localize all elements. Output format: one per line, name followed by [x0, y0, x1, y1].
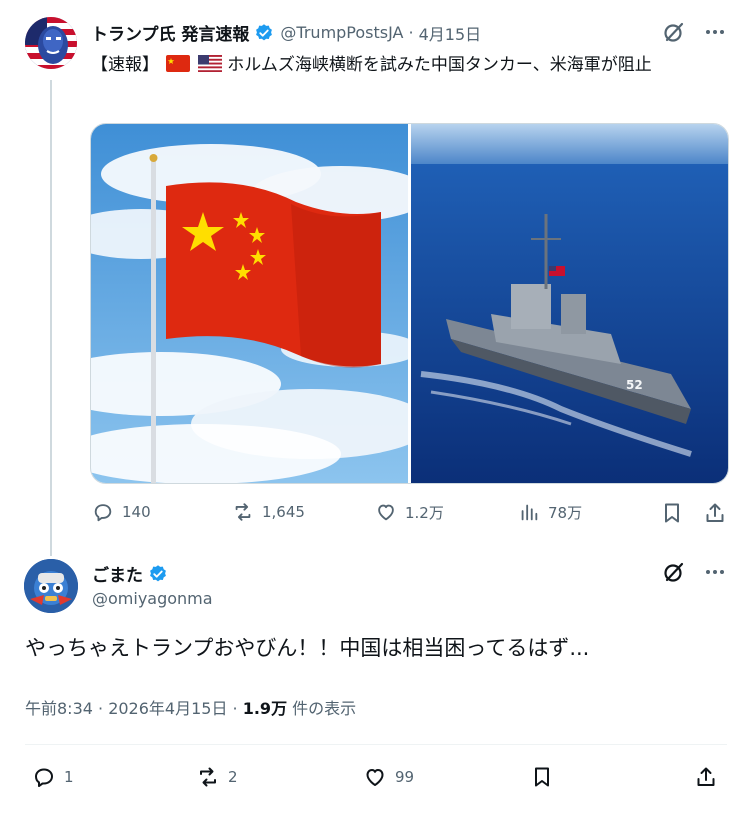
- display-name-2[interactable]: ごまた: [92, 561, 143, 586]
- reply-count: 140: [122, 503, 151, 521]
- like-button-2[interactable]: 99: [363, 765, 414, 789]
- verified-badge-icon: [150, 564, 166, 581]
- grok-button-2[interactable]: [662, 560, 686, 588]
- grok-icon: [664, 22, 684, 42]
- grok-button[interactable]: [662, 20, 686, 48]
- warship-photo: 52: [411, 124, 728, 483]
- more-icon: [706, 30, 724, 34]
- like-count: 1.2万: [405, 503, 444, 522]
- media-grid[interactable]: 52: [90, 123, 729, 484]
- like-icon: [378, 504, 394, 521]
- repost-count: 1,645: [262, 503, 305, 521]
- china-flag-photo: [91, 124, 431, 483]
- share-icon: [697, 767, 715, 786]
- handle[interactable]: @TrumpPostsJA: [280, 23, 403, 42]
- reply-button[interactable]: 140: [92, 501, 151, 523]
- post-date[interactable]: 4月15日: [419, 21, 482, 45]
- grok-icon: [664, 562, 684, 582]
- bookmark-button[interactable]: [660, 501, 684, 525]
- tweet-text-2: やっちゃえトランプおやびん！！中国は相当困ってるはず...: [25, 636, 590, 660]
- svg-text:52: 52: [626, 378, 643, 392]
- tweet-text-body: ホルムズ海峡横断を試みた中国タンカー、米海軍が阻止: [227, 55, 652, 75]
- reply-icon: [94, 504, 112, 522]
- china-flag-emoji-icon: [166, 55, 191, 72]
- share-button-2[interactable]: [694, 765, 718, 789]
- like-count-2: 99: [395, 768, 415, 786]
- more-button-2[interactable]: [703, 560, 727, 588]
- repost-count-2: 2: [228, 768, 238, 786]
- like-button[interactable]: 1.2万: [375, 501, 444, 523]
- post-meta: 午前8:34 · 2026年4月15日 · 1.9万 件の表示: [25, 695, 356, 719]
- repost-button[interactable]: 1,645: [232, 501, 305, 523]
- avatar-trump-posts[interactable]: [25, 17, 77, 69]
- post-timestamp[interactable]: 午前8:34 · 2026年4月15日 ·: [25, 699, 238, 718]
- repost-icon: [235, 503, 251, 521]
- thread-line: [50, 80, 52, 556]
- tweet-text: 【速報】 ホルムズ海峡横断を試みた中国タンカー、米海軍が阻止: [91, 53, 721, 78]
- tweet-text-prefix: 【速報】: [91, 55, 159, 75]
- display-name[interactable]: トランプ氏 発言速報: [91, 20, 249, 45]
- reply-icon: [35, 768, 53, 787]
- repost-icon: [200, 767, 216, 787]
- avatar-omiyagonma[interactable]: [24, 559, 78, 613]
- view-count-label: 件の表示: [292, 699, 357, 718]
- share-button[interactable]: [703, 501, 727, 525]
- handle-2[interactable]: @omiyagonma: [92, 589, 213, 608]
- more-icon: [706, 570, 724, 574]
- more-button[interactable]: [703, 20, 727, 48]
- views-icon: [521, 504, 538, 521]
- bookmark-icon: [665, 503, 679, 523]
- views-count: 78万: [548, 503, 583, 522]
- like-icon: [366, 769, 384, 786]
- views-button[interactable]: 78万: [518, 501, 582, 523]
- view-count: 1.9万: [242, 699, 288, 718]
- us-flag-emoji-icon: [197, 55, 222, 72]
- share-icon: [706, 503, 724, 522]
- repost-button-2[interactable]: 2: [196, 765, 238, 789]
- divider: [25, 744, 727, 745]
- reply-count-2: 1: [64, 768, 74, 786]
- media-images: 52: [91, 124, 728, 483]
- bookmark-icon: [535, 767, 549, 787]
- separator: ·: [408, 23, 414, 42]
- bookmark-button-2[interactable]: [530, 765, 554, 789]
- verified-badge-icon: [256, 23, 273, 40]
- reply-button-2[interactable]: 1: [32, 765, 74, 789]
